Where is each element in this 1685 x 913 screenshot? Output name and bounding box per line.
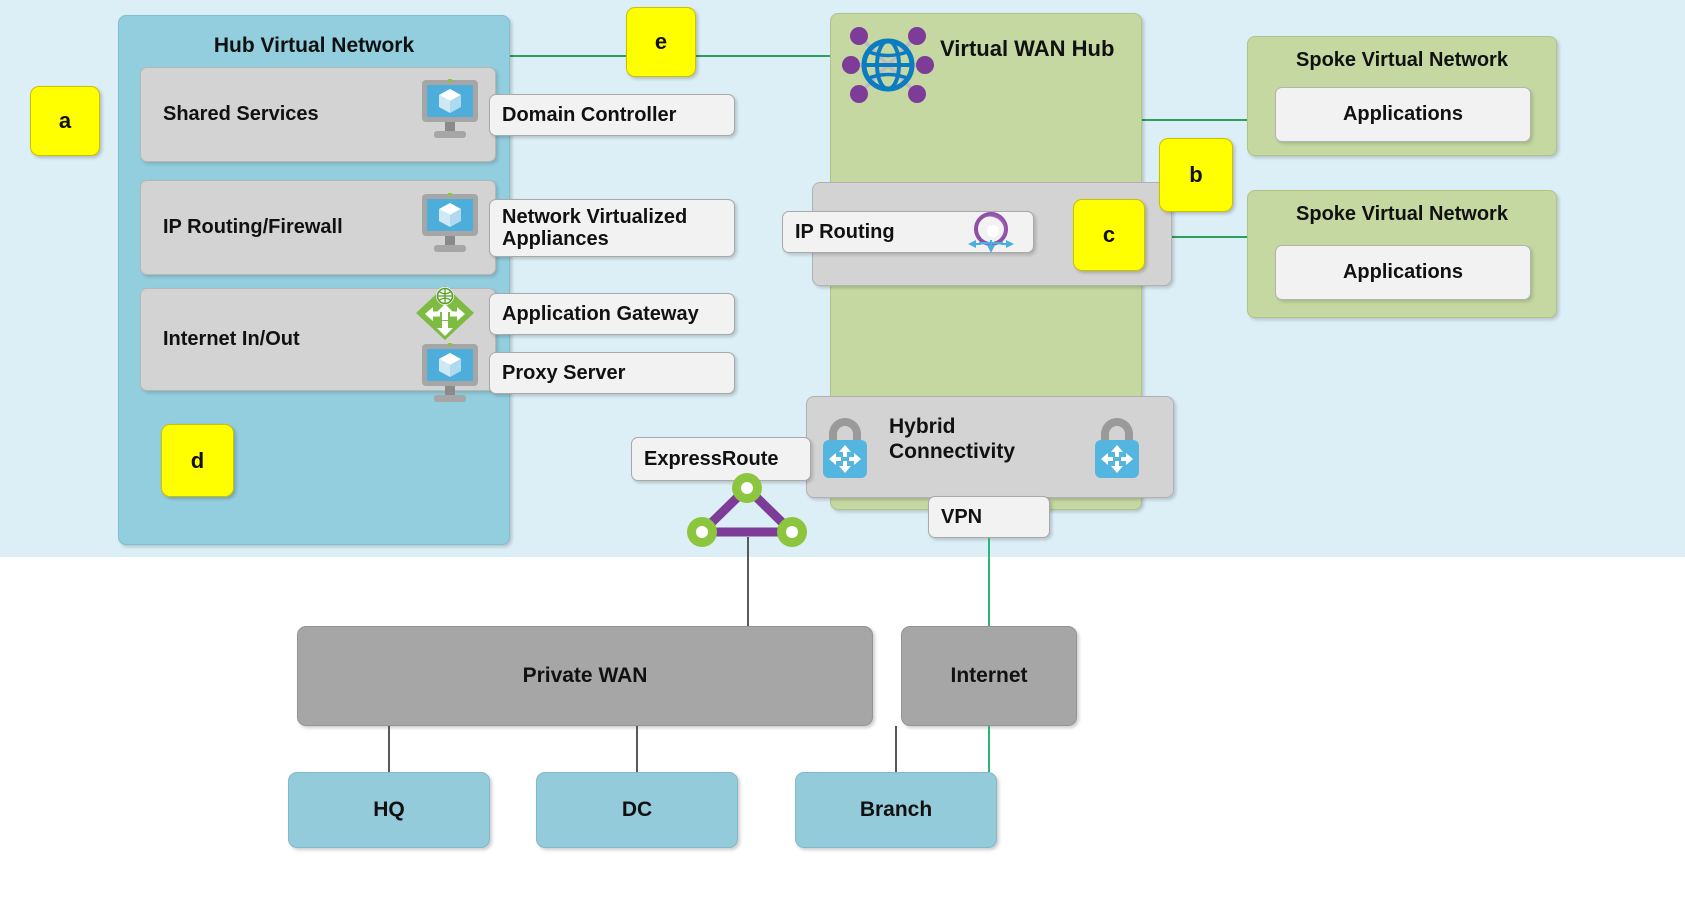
spoke-applications-box[interactable]: Applications	[1275, 87, 1531, 142]
site-label: HQ	[373, 798, 405, 821]
connector-vwan-to-spoke-1	[1140, 119, 1250, 121]
callout-label: Domain Controller	[502, 103, 677, 126]
site-label: DC	[621, 798, 653, 821]
connector-private-wan-to-branch	[895, 726, 897, 772]
hybrid-connectivity-label: Hybrid Connectivity	[889, 414, 1064, 480]
site-box-dc[interactable]: DC	[536, 772, 738, 848]
marker-c[interactable]: c	[1073, 199, 1145, 271]
callout-domain-controller[interactable]: Domain Controller	[489, 94, 735, 136]
spoke-applications-box[interactable]: Applications	[1275, 245, 1531, 300]
spoke-applications-label: Applications	[1342, 261, 1463, 283]
virtual-wan-globe-icon	[838, 15, 938, 115]
private-wan-label: Private WAN	[522, 664, 648, 687]
callout-label: Network Virtualized Appliances	[502, 205, 688, 250]
private-wan-box[interactable]: Private WAN	[297, 626, 873, 726]
marker-label: d	[190, 447, 205, 473]
hub-row-label: Internet In/Out	[163, 328, 300, 350]
callout-label: VPN	[941, 505, 983, 528]
connector-internet-to-branch	[988, 726, 990, 772]
virtual-machine-icon	[413, 76, 487, 148]
virtual-wan-hub-title: Virtual WAN Hub	[940, 36, 1150, 66]
connector-vpn-to-internet	[988, 538, 990, 626]
hybrid-connectivity-label-text: Hybrid Connectivity	[889, 415, 1016, 464]
site-label: Branch	[859, 798, 933, 821]
hub-row-label: Shared Services	[163, 103, 319, 125]
hub-row-label: IP Routing/Firewall	[163, 216, 343, 238]
spoke-virtual-network-2[interactable]: Spoke Virtual Network Applications	[1247, 190, 1557, 318]
spoke-applications-label: Applications	[1342, 103, 1463, 125]
virtual-machine-icon	[413, 340, 487, 412]
spoke-title: Spoke Virtual Network	[1296, 203, 1508, 225]
callout-label: Proxy Server	[502, 361, 626, 384]
callout-application-gateway[interactable]: Application Gateway	[489, 293, 735, 335]
vpn-gateway-lock-icon	[1086, 412, 1148, 484]
connector-private-wan-to-hq	[388, 726, 390, 772]
marker-label: e	[654, 29, 668, 54]
marker-label: a	[58, 108, 72, 133]
callout-vpn[interactable]: VPN	[928, 496, 1050, 538]
spoke-title: Spoke Virtual Network	[1296, 49, 1508, 71]
diagram-canvas: Hub Virtual Network Shared Services IP R…	[0, 0, 1685, 913]
connector-private-wan-to-dc	[636, 726, 638, 772]
marker-label: b	[1189, 162, 1203, 187]
internet-label: Internet	[950, 664, 1028, 687]
callout-label: ExpressRoute	[644, 447, 779, 470]
marker-d[interactable]: d	[161, 424, 234, 497]
vpn-gateway-lock-icon	[814, 412, 876, 484]
callout-proxy-server[interactable]: Proxy Server	[489, 352, 735, 394]
marker-a[interactable]: a	[30, 86, 100, 156]
site-box-hq[interactable]: HQ	[288, 772, 490, 848]
internet-box[interactable]: Internet	[901, 626, 1077, 726]
application-gateway-icon	[412, 282, 478, 344]
marker-b[interactable]: b	[1159, 138, 1233, 212]
marker-e[interactable]: e	[626, 7, 696, 77]
callout-network-virtualized-appliances[interactable]: Network Virtualized Appliances	[489, 199, 735, 257]
marker-label: c	[1102, 222, 1116, 247]
spoke-virtual-network-1[interactable]: Spoke Virtual Network Applications	[1247, 36, 1557, 156]
route-table-icon	[962, 209, 1020, 257]
virtual-machine-icon	[413, 190, 487, 262]
callout-label: IP Routing	[795, 220, 895, 243]
site-box-branch[interactable]: Branch	[795, 772, 997, 848]
virtual-wan-hub-title-text: Virtual WAN Hub	[940, 36, 1115, 61]
hub-virtual-network-title: Hub Virtual Network	[213, 34, 415, 57]
callout-label: Application Gateway	[502, 302, 699, 325]
